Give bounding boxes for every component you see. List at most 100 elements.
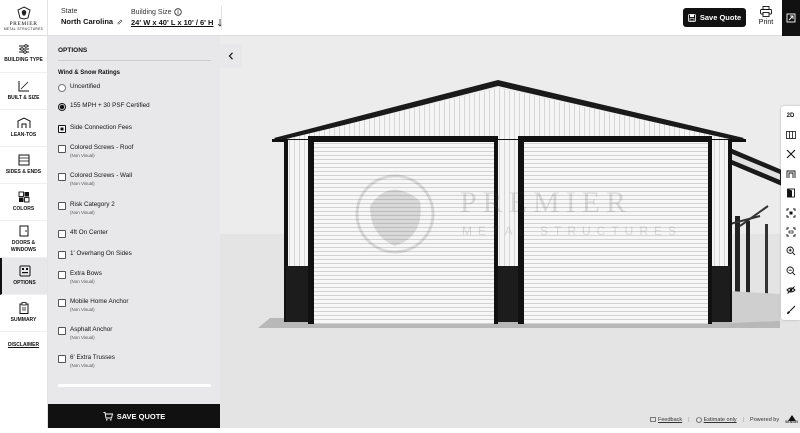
nav-label: COLORS xyxy=(12,206,35,213)
floppy-icon xyxy=(687,13,696,22)
watermark-text: PREMIER xyxy=(460,186,632,219)
hide-button[interactable] xyxy=(781,281,800,300)
radio-button[interactable] xyxy=(58,84,66,92)
checkbox[interactable] xyxy=(58,355,66,363)
powered-by-label: Powered by xyxy=(750,416,780,423)
nav-item-summary[interactable]: SUMMARY xyxy=(0,295,47,332)
option-note: (Non Visual) xyxy=(70,307,95,313)
option-side-connection-fees[interactable]: Side Connection Fees xyxy=(58,124,132,133)
option-risk-category-2[interactable]: Risk Category 2 (Non Visual) xyxy=(58,201,115,216)
option-label: Colored Screws - Wall xyxy=(70,172,133,179)
door-open-button[interactable] xyxy=(781,184,800,203)
crest-icon xyxy=(16,5,31,20)
building-render[interactable]: PREMIER METAL STRUCTURES xyxy=(220,36,800,428)
print-label: Print xyxy=(758,19,774,26)
focus-button[interactable] xyxy=(781,203,800,222)
option-label: Colored Screws - Roof xyxy=(70,144,134,151)
option-label: 6' Extra Trusses xyxy=(70,354,115,361)
save-quote-bottom-button[interactable]: SAVE QUOTE xyxy=(48,404,220,428)
nav-label: SIDES & ENDS xyxy=(5,169,42,176)
wrench-icon xyxy=(786,150,795,159)
disclaimer-link[interactable]: DISCLAIMER xyxy=(0,332,47,358)
building-viewer[interactable]: PREMIER METAL STRUCTURES xyxy=(220,36,800,428)
checkbox[interactable] xyxy=(58,299,66,307)
options-panel: OPTIONS Wind & Snow Ratings Uncertified … xyxy=(48,36,220,404)
door-open-icon xyxy=(786,188,795,198)
option-label: 1' Overhang On Sides xyxy=(70,250,132,257)
state-value-row[interactable]: North Carolina xyxy=(61,17,123,26)
radio-certified[interactable]: 155 MPH + 30 PSF Certified xyxy=(58,102,150,111)
option-extra-bows[interactable]: Extra Bows (Non Visual) xyxy=(58,270,102,284)
brand-tagline: METAL STRUCTURES xyxy=(3,26,44,31)
state-value: North Carolina xyxy=(61,17,114,26)
nav-item-doors-windows[interactable]: DOORS & WINDOWS xyxy=(0,221,47,258)
radio-uncertified[interactable]: Uncertified xyxy=(58,83,100,92)
clipboard-icon xyxy=(19,302,28,315)
bays-button[interactable] xyxy=(781,125,800,144)
sensei-logo[interactable]: SENSEI xyxy=(785,415,798,425)
panel-scrollbar[interactable] xyxy=(58,384,211,387)
export-icon xyxy=(786,13,796,23)
save-quote-button[interactable]: Save Quote xyxy=(683,8,746,27)
brand-logo[interactable]: PREMIER METAL STRUCTURES xyxy=(0,0,48,36)
fit-button[interactable] xyxy=(781,222,800,241)
pencil-icon[interactable] xyxy=(117,19,123,25)
brush-icon xyxy=(786,305,795,314)
paint-button[interactable] xyxy=(781,300,800,319)
collapse-panel-button[interactable] xyxy=(220,44,242,68)
option-note: (Non Visual) xyxy=(70,181,95,187)
option-mobile-home-anchor[interactable]: Mobile Home Anchor (Non Visual) xyxy=(58,298,128,313)
checkbox[interactable] xyxy=(58,271,66,279)
checkbox[interactable] xyxy=(58,173,66,181)
estimate-link[interactable]: Estimate only xyxy=(695,416,737,423)
footer-separator: | xyxy=(688,416,690,423)
nav-item-sides-ends[interactable]: SIDES & ENDS xyxy=(0,147,47,184)
checkbox[interactable] xyxy=(58,327,66,335)
checkbox[interactable] xyxy=(58,145,66,153)
option-note: (Non Visual) xyxy=(70,363,95,369)
size-value-row[interactable]: 24' W x 40' L x 10' / 6' H xyxy=(131,18,223,27)
watermark-subtext: METAL STRUCTURES xyxy=(462,224,682,238)
hide-icon xyxy=(785,286,796,295)
nav-item-building-type[interactable]: BUILDING TYPE xyxy=(0,36,47,73)
state-label: State xyxy=(61,8,78,15)
size-field[interactable]: Building Size 24' W x 40' L x 10' / 6' H xyxy=(131,8,223,27)
estimate-label: Estimate only xyxy=(703,416,737,423)
print-button[interactable]: Print xyxy=(754,6,778,26)
viewer-footer: Feedback | Estimate only | Powered by SE… xyxy=(650,415,798,425)
option-asphalt-anchor[interactable]: Asphalt Anchor (Non Visual) xyxy=(58,326,112,341)
nav-item-colors[interactable]: COLORS xyxy=(0,184,47,221)
tools-button[interactable] xyxy=(781,145,800,164)
view-2d-button[interactable]: 2D xyxy=(781,106,800,125)
palette-icon xyxy=(18,191,29,203)
state-field[interactable]: State North Carolina xyxy=(61,8,123,26)
measure-icon xyxy=(18,81,29,92)
bays-icon xyxy=(785,131,796,139)
zoom-out-button[interactable] xyxy=(781,261,800,280)
nav-label: BUILDING TYPE xyxy=(4,57,43,64)
option-note: (Non Visual) xyxy=(70,335,95,341)
checkbox[interactable] xyxy=(58,125,66,133)
nav-label: DOORS & WINDOWS xyxy=(10,240,37,253)
checkbox[interactable] xyxy=(58,202,66,210)
nav-item-lean-tos[interactable]: LEAN-TOS xyxy=(0,110,47,147)
option-4ft-on-center[interactable]: 4ft On Center xyxy=(58,229,108,238)
sliders-icon xyxy=(18,44,29,55)
frame-button[interactable] xyxy=(781,164,800,183)
option-note: (Non Visual) xyxy=(70,210,95,216)
wainscot-left xyxy=(286,266,310,322)
zoom-in-button[interactable] xyxy=(781,242,800,261)
checkbox[interactable] xyxy=(58,230,66,238)
option-colored-screws-roof[interactable]: Colored Screws - Roof (Non Visual) xyxy=(58,144,134,158)
option-overhang-on-sides[interactable]: 1' Overhang On Sides xyxy=(58,250,132,259)
feedback-link[interactable]: Feedback xyxy=(650,417,682,423)
radio-button[interactable] xyxy=(58,103,66,111)
export-button[interactable] xyxy=(782,0,800,36)
nav-item-built-size[interactable]: BUILT & SIZE xyxy=(0,73,47,110)
nav-item-options[interactable]: OPTIONS xyxy=(0,258,47,295)
option-extra-trusses[interactable]: 6' Extra Trusses (Non Visual) xyxy=(58,354,115,369)
option-colored-screws-wall[interactable]: Colored Screws - Wall (Non Visual) xyxy=(58,172,133,187)
zoom-in-icon xyxy=(786,246,795,256)
checkbox[interactable] xyxy=(58,251,66,259)
info-icon[interactable] xyxy=(174,8,183,16)
